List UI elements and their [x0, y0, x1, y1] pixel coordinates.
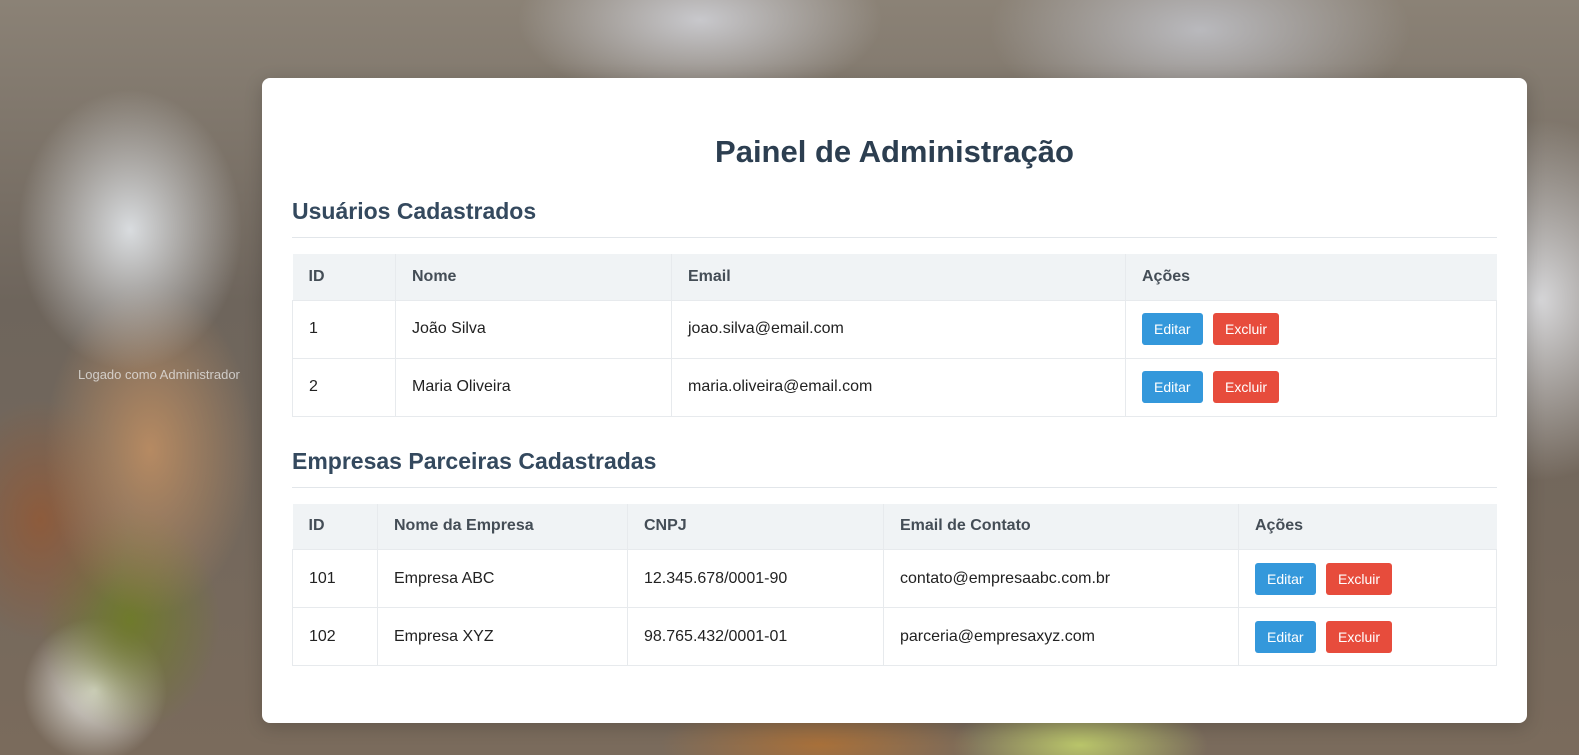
company-email: parceria@empresaxyz.com: [883, 607, 1239, 666]
user-name: Maria Oliveira: [395, 357, 672, 417]
users-section-title: Usuários Cadastrados: [292, 197, 1497, 238]
delete-company-button[interactable]: Excluir: [1326, 562, 1393, 595]
company-name: Empresa ABC: [377, 549, 628, 608]
company-name: Empresa XYZ: [377, 607, 628, 666]
company-actions: Editar Excluir: [1238, 549, 1497, 608]
column-header-company-name: Nome da Empresa: [377, 503, 628, 550]
users-table: ID Nome Email Ações 1 João Silva joao.si…: [292, 254, 1497, 417]
admin-panel-card: Painel de Administração Usuários Cadastr…: [262, 78, 1527, 723]
user-id: 1: [292, 299, 396, 359]
column-header-actions: Ações: [1238, 503, 1497, 550]
edit-company-button[interactable]: Editar: [1255, 620, 1316, 653]
table-row: 1 João Silva joao.silva@email.com Editar…: [292, 299, 1497, 359]
column-header-email: Email: [671, 254, 1126, 300]
edit-company-button[interactable]: Editar: [1255, 562, 1316, 595]
users-table-header: ID Nome Email Ações: [292, 254, 1497, 300]
logged-in-status: Logado como Administrador: [78, 367, 240, 382]
company-id: 101: [292, 549, 378, 608]
column-header-cnpj: CNPJ: [627, 503, 884, 550]
user-id: 2: [292, 357, 396, 417]
user-actions: Editar Excluir: [1125, 299, 1497, 359]
company-cnpj: 98.765.432/0001-01: [627, 607, 884, 666]
table-row: 102 Empresa XYZ 98.765.432/0001-01 parce…: [292, 607, 1497, 666]
companies-table: ID Nome da Empresa CNPJ Email de Contato…: [292, 503, 1497, 666]
companies-table-header: ID Nome da Empresa CNPJ Email de Contato…: [292, 503, 1497, 550]
table-row: 2 Maria Oliveira maria.oliveira@email.co…: [292, 357, 1497, 417]
edit-user-button[interactable]: Editar: [1142, 371, 1203, 403]
user-name: João Silva: [395, 299, 672, 359]
edit-user-button[interactable]: Editar: [1142, 313, 1203, 345]
delete-user-button[interactable]: Excluir: [1213, 371, 1280, 403]
table-row: 101 Empresa ABC 12.345.678/0001-90 conta…: [292, 549, 1497, 608]
column-header-id: ID: [292, 254, 396, 300]
user-email: maria.oliveira@email.com: [671, 357, 1126, 417]
delete-company-button[interactable]: Excluir: [1326, 620, 1393, 653]
companies-section-title: Empresas Parceiras Cadastradas: [292, 447, 1497, 488]
company-cnpj: 12.345.678/0001-90: [627, 549, 884, 608]
user-email: joao.silva@email.com: [671, 299, 1126, 359]
column-header-actions: Ações: [1125, 254, 1497, 300]
company-actions: Editar Excluir: [1238, 607, 1497, 666]
column-header-name: Nome: [395, 254, 672, 300]
company-id: 102: [292, 607, 378, 666]
delete-user-button[interactable]: Excluir: [1213, 313, 1280, 345]
company-email: contato@empresaabc.com.br: [883, 549, 1239, 608]
column-header-id: ID: [292, 503, 378, 550]
column-header-contact-email: Email de Contato: [883, 503, 1239, 550]
page-title: Painel de Administração: [715, 134, 1074, 169]
user-actions: Editar Excluir: [1125, 357, 1497, 417]
